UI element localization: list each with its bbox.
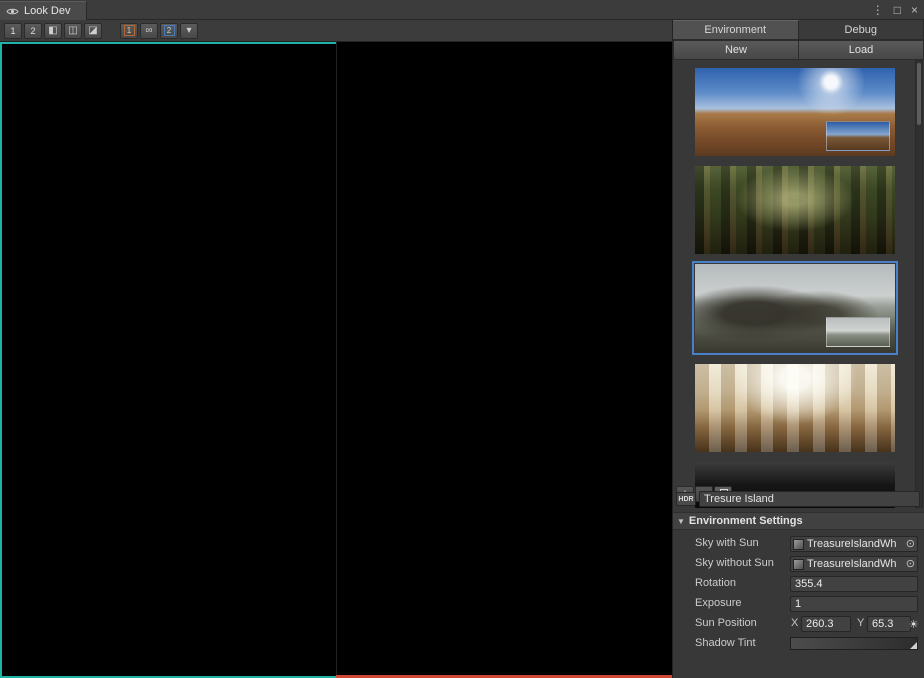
tab-debug[interactable]: Debug [799, 20, 924, 39]
setting-row-sky-without-sun: Sky without Sun TreasureIslandWh ⊙ [673, 554, 924, 574]
lookdev-viewport-2[interactable] [336, 42, 672, 678]
lookdev-window: Look Dev ⋮ □ × 1 2 ◧ ◫ ◪ 1 ∞ 2 ▾ [0, 0, 924, 678]
load-environment-button[interactable]: Load [798, 40, 924, 60]
tab-environment[interactable]: Environment [673, 20, 799, 39]
cubemap-thumbnail-icon [793, 539, 804, 550]
exposure-value: 1 [795, 598, 801, 610]
x-axis-label: X [791, 617, 798, 629]
panel-tabs: Environment Debug [673, 20, 924, 40]
rotation-value: 355.4 [795, 578, 823, 590]
hdri-thumbnail-inset [826, 121, 890, 151]
environment-panel: Environment Debug New Load + − [672, 20, 924, 678]
setting-row-sky-with-sun: Sky with Sun TreasureIslandWh ⊙ [673, 534, 924, 554]
split-view-icon[interactable]: ◫ [64, 23, 82, 39]
hdri-name-field[interactable]: Tresure Island [699, 491, 920, 507]
link-environments-icon[interactable]: ∞ [140, 23, 158, 39]
rotation-label: Rotation [695, 577, 789, 589]
lookdev-eye-icon [6, 7, 19, 16]
sun-position-y-value: 65.3 [872, 618, 893, 630]
hdri-thumbnail-inset [826, 317, 890, 347]
scrollbar-thumb[interactable] [917, 63, 921, 125]
sky-without-sun-object-field[interactable]: TreasureIslandWh ⊙ [790, 556, 918, 572]
sun-position-label: Sun Position [695, 617, 789, 629]
panel-actions: New Load [673, 40, 924, 60]
single-view-2-button[interactable]: 2 [24, 23, 42, 39]
environment-settings-header[interactable]: ▼ Environment Settings [673, 512, 924, 530]
rotation-field[interactable]: 355.4 [790, 576, 918, 592]
shadow-tint-color-swatch[interactable] [790, 637, 918, 650]
sun-position-x-field[interactable]: 260.3 [801, 616, 851, 632]
side-by-side-view-icon[interactable]: ◧ [44, 23, 62, 39]
sun-icon[interactable]: ☀ [906, 616, 921, 632]
hdri-list: + − [673, 60, 924, 508]
window-maximize-icon[interactable]: □ [894, 4, 901, 16]
robot-head-render-1 [0, 42, 336, 678]
view2-badge: 2 [164, 25, 175, 36]
object-picker-icon[interactable]: ⊙ [906, 559, 915, 570]
sky-without-sun-label: Sky without Sun [695, 557, 789, 569]
setting-row-sun-position: Sun Position X 260.3 Y 65.3 ☀ [673, 614, 924, 634]
window-title: Look Dev [24, 5, 70, 17]
window-controls: ⋮ □ × [872, 0, 918, 20]
cubemap-thumbnail-icon [793, 559, 804, 570]
robot-head-render-2 [336, 42, 672, 678]
sky-with-sun-value: TreasureIslandWh [807, 538, 903, 550]
hdri-thumbnail-church[interactable] [695, 364, 895, 452]
view1-environment-button[interactable]: 1 [120, 23, 138, 39]
setting-row-exposure: Exposure 1 [673, 594, 924, 614]
foldout-triangle-icon: ▼ [677, 517, 685, 526]
environment-settings-title: Environment Settings [689, 515, 803, 527]
zone-view-icon[interactable]: ◪ [84, 23, 102, 39]
sky-with-sun-label: Sky with Sun [695, 537, 789, 549]
lookdev-toolbar: 1 2 ◧ ◫ ◪ 1 ∞ 2 ▾ [0, 20, 672, 42]
hdr-name-row: HDR Tresure Island [676, 490, 920, 508]
window-menu-icon[interactable]: ⋮ [872, 4, 884, 16]
setting-row-shadow-tint: Shadow Tint [673, 634, 924, 654]
window-close-icon[interactable]: × [911, 4, 918, 16]
view1-badge: 1 [124, 25, 135, 36]
window-tab-lookdev[interactable]: Look Dev [0, 1, 87, 20]
sun-position-x-value: 260.3 [806, 618, 834, 630]
shadow-tint-label: Shadow Tint [695, 637, 789, 649]
sun-position-y-field[interactable]: 65.3 [867, 616, 911, 632]
single-view-1-button[interactable]: 1 [4, 23, 22, 39]
hdri-thumbnail-desert-sun[interactable] [695, 68, 895, 156]
object-picker-icon[interactable]: ⊙ [906, 539, 915, 550]
hdri-list-scrollbar[interactable] [915, 60, 923, 508]
hdri-thumbnail-treasure-island[interactable] [695, 264, 895, 352]
hdri-thumbnail-forest[interactable] [695, 166, 895, 254]
hdr-badge-icon: HDR [676, 492, 696, 506]
viewport-area [0, 42, 672, 678]
sky-with-sun-object-field[interactable]: TreasureIslandWh ⊙ [790, 536, 918, 552]
y-axis-label: Y [857, 617, 864, 629]
exposure-label: Exposure [695, 597, 789, 609]
new-environment-button[interactable]: New [673, 40, 798, 60]
lookdev-viewport-1[interactable] [0, 42, 336, 678]
titlebar: Look Dev ⋮ □ × [0, 0, 924, 20]
exposure-field[interactable]: 1 [790, 596, 918, 612]
views-dropdown-icon[interactable]: ▾ [180, 23, 198, 39]
hdri-name-value: Tresure Island [704, 493, 774, 505]
sky-without-sun-value: TreasureIslandWh [807, 558, 903, 570]
view2-environment-button[interactable]: 2 [160, 23, 178, 39]
setting-row-rotation: Rotation 355.4 [673, 574, 924, 594]
